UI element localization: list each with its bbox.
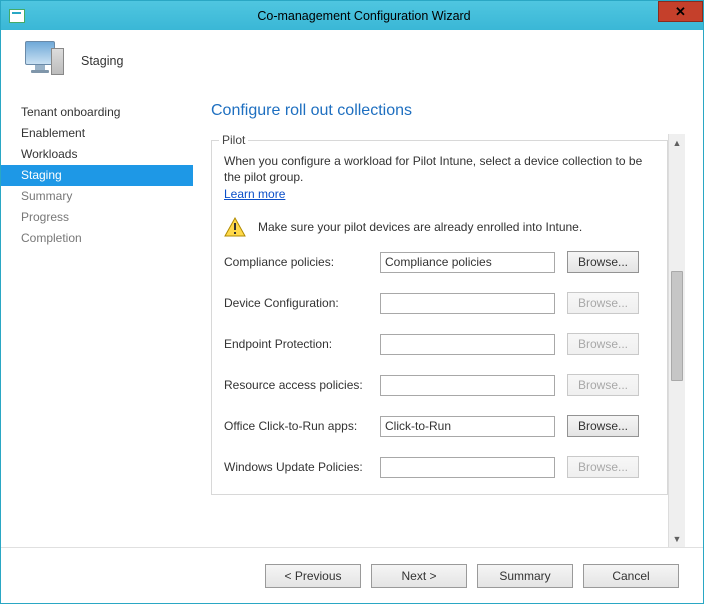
warning-text: Make sure your pilot devices are already… xyxy=(258,220,582,234)
learn-more-link[interactable]: Learn more xyxy=(224,187,285,201)
previous-button[interactable]: < Previous xyxy=(265,564,361,588)
collection-input xyxy=(380,375,555,396)
pilot-fieldset: Pilot When you configure a workload for … xyxy=(211,140,668,495)
next-button[interactable]: Next > xyxy=(371,564,467,588)
collection-input xyxy=(380,293,555,314)
scroll-down-icon[interactable]: ▼ xyxy=(669,530,685,547)
browse-button: Browse... xyxy=(567,333,639,355)
browse-button[interactable]: Browse... xyxy=(567,415,639,437)
app-icon xyxy=(9,9,25,23)
field-label: Device Configuration: xyxy=(224,296,380,310)
main-title: Configure roll out collections xyxy=(211,102,685,120)
pilot-intro: When you configure a workload for Pilot … xyxy=(224,153,655,185)
sidebar-step-workloads[interactable]: Workloads xyxy=(1,144,193,165)
collection-input[interactable] xyxy=(380,252,555,273)
browse-button: Browse... xyxy=(567,456,639,478)
scroll-track[interactable] xyxy=(669,151,685,530)
page-heading: Staging xyxy=(81,54,123,68)
step-sidebar: Tenant onboardingEnablementWorkloadsStag… xyxy=(1,92,193,547)
field-label: Office Click-to-Run apps: xyxy=(224,419,380,433)
scroll-content: Pilot When you configure a workload for … xyxy=(211,134,668,547)
titlebar: Co-management Configuration Wizard ✕ xyxy=(1,1,703,30)
scroll-area: Pilot When you configure a workload for … xyxy=(211,134,685,547)
pilot-legend: Pilot xyxy=(219,134,248,147)
close-icon: ✕ xyxy=(675,4,686,20)
sidebar-step-staging[interactable]: Staging xyxy=(1,165,193,186)
collection-input xyxy=(380,457,555,478)
content-area: Staging Tenant onboardingEnablementWorkl… xyxy=(1,30,703,603)
field-label: Resource access policies: xyxy=(224,378,380,392)
sidebar-step-progress[interactable]: Progress xyxy=(1,207,193,228)
wizard-footer: < Previous Next > Summary Cancel xyxy=(1,547,703,603)
collection-input xyxy=(380,334,555,355)
browse-button[interactable]: Browse... xyxy=(567,251,639,273)
form-row: Device Configuration: Browse... xyxy=(224,292,655,314)
warning-icon xyxy=(224,217,246,237)
sidebar-step-completion[interactable]: Completion xyxy=(1,228,193,249)
vertical-scrollbar[interactable]: ▲ ▼ xyxy=(668,134,685,547)
form-row: Compliance policies: Browse... xyxy=(224,251,655,273)
field-label: Endpoint Protection: xyxy=(224,337,380,351)
form-row: Resource access policies: Browse... xyxy=(224,374,655,396)
warning-row: Make sure your pilot devices are already… xyxy=(224,217,655,237)
scroll-thumb[interactable] xyxy=(671,271,683,381)
form-row: Endpoint Protection: Browse... xyxy=(224,333,655,355)
cancel-button[interactable]: Cancel xyxy=(583,564,679,588)
sidebar-step-tenant-onboarding[interactable]: Tenant onboarding xyxy=(1,102,193,123)
scroll-up-icon[interactable]: ▲ xyxy=(669,134,685,151)
sidebar-step-summary[interactable]: Summary xyxy=(1,186,193,207)
window-title: Co-management Configuration Wizard xyxy=(25,9,703,23)
main-panel: Configure roll out collections Pilot Whe… xyxy=(193,92,703,547)
form-row: Office Click-to-Run apps: Browse... xyxy=(224,415,655,437)
field-label: Windows Update Policies: xyxy=(224,460,380,474)
browse-button: Browse... xyxy=(567,292,639,314)
sidebar-step-enablement[interactable]: Enablement xyxy=(1,123,193,144)
summary-button[interactable]: Summary xyxy=(477,564,573,588)
form-row: Windows Update Policies: Browse... xyxy=(224,456,655,478)
wizard-body: Tenant onboardingEnablementWorkloadsStag… xyxy=(1,92,703,547)
close-button[interactable]: ✕ xyxy=(658,1,703,22)
browse-button: Browse... xyxy=(567,374,639,396)
computer-icon xyxy=(23,41,67,81)
collection-input[interactable] xyxy=(380,416,555,437)
wizard-window: Co-management Configuration Wizard ✕ Sta… xyxy=(0,0,704,604)
field-label: Compliance policies: xyxy=(224,255,380,269)
wizard-header: Staging xyxy=(1,30,703,92)
